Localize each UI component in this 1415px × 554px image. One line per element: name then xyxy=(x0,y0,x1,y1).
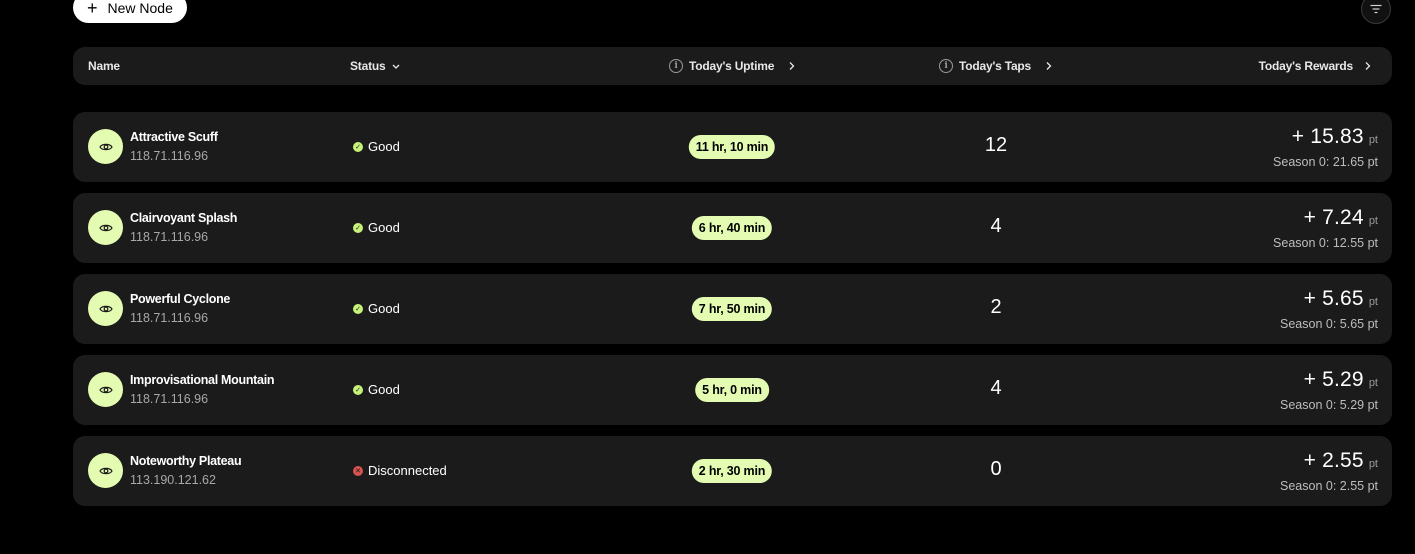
node-ip: 113.190.121.62 xyxy=(130,473,216,487)
node-status: ✓ Good xyxy=(353,382,400,397)
check-circle-icon: ✓ xyxy=(353,141,363,152)
plus-icon: + xyxy=(87,0,98,18)
reward-today: + 2.55 pt xyxy=(1304,449,1378,473)
taps-count: 2 xyxy=(990,296,1002,318)
node-status-label: Good xyxy=(368,220,400,235)
taps-count: 0 xyxy=(990,458,1002,480)
season-total: Season 0: 21.65 pt xyxy=(1273,155,1378,169)
node-name: Powerful Cyclone xyxy=(130,292,231,306)
season-total: Season 0: 5.29 pt xyxy=(1280,398,1378,412)
node-status: ✕ Disconnected xyxy=(353,463,447,478)
new-node-label: New Node xyxy=(107,0,173,16)
eye-icon xyxy=(98,143,113,150)
column-header-uptime-label: Today's Uptime xyxy=(689,59,775,73)
node-row[interactable]: Noteworthy Plateau 113.190.121.62 ✕ Disconn… xyxy=(73,436,1392,506)
reward-unit: pt xyxy=(1368,296,1378,308)
node-row[interactable]: Clairvoyant Splash 118.71.116.96 ✓ Good 6 hr… xyxy=(73,193,1392,263)
eye-icon xyxy=(98,467,113,474)
reward-value: + 5.65 xyxy=(1303,287,1364,310)
chevron-right-icon xyxy=(789,62,795,70)
node-name: Noteworthy Plateau xyxy=(130,454,242,468)
reward-value: + 5.29 xyxy=(1303,368,1364,391)
season-total: Season 0: 2.55 pt xyxy=(1280,479,1378,493)
node-ip: 118.71.116.96 xyxy=(130,392,209,406)
reward-value: + 2.55 xyxy=(1303,449,1364,472)
column-header-rewards[interactable]: Today's Rewards xyxy=(1259,47,1374,85)
reward-today: + 5.29 pt xyxy=(1304,368,1378,392)
node-status: ✓ Good xyxy=(353,220,400,235)
reward-value: + 15.83 xyxy=(1291,125,1364,148)
taps-count: 4 xyxy=(990,215,1002,237)
column-header-taps-label: Today's Taps xyxy=(959,59,1032,73)
taps-count: 12 xyxy=(984,134,1008,156)
column-header-status[interactable]: Status xyxy=(350,47,401,85)
view-node-button[interactable] xyxy=(88,291,123,326)
uptime-badge: 5 hr, 0 min xyxy=(695,378,769,402)
column-header-status-label: Status xyxy=(350,59,386,73)
x-circle-icon: ✕ xyxy=(353,465,363,476)
info-icon[interactable]: i xyxy=(669,59,683,73)
node-name: Clairvoyant Splash xyxy=(130,211,238,225)
view-node-button[interactable] xyxy=(88,129,123,164)
uptime-badge: 6 hr, 40 min xyxy=(691,216,773,240)
view-node-button[interactable] xyxy=(88,372,123,407)
chevron-down-icon xyxy=(393,64,400,69)
column-header-taps[interactable]: i Today's Taps xyxy=(939,47,1055,85)
node-status-label: Disconnected xyxy=(368,463,447,478)
node-ip: 118.71.116.96 xyxy=(130,149,209,163)
node-row[interactable]: Powerful Cyclone 118.71.116.96 ✓ Good 7 hr, … xyxy=(73,274,1392,344)
reward-today: + 7.24 pt xyxy=(1304,206,1378,230)
node-name: Improvisational Mountain xyxy=(130,373,275,387)
node-name: Attractive Scuff xyxy=(130,130,218,144)
info-icon[interactable]: i xyxy=(939,59,953,73)
eye-icon xyxy=(98,386,113,393)
reward-today: + 5.65 pt xyxy=(1304,287,1378,311)
uptime-badge: 2 hr, 30 min xyxy=(691,459,773,483)
reward-unit: pt xyxy=(1368,215,1378,227)
reward-unit: pt xyxy=(1368,377,1378,389)
node-ip: 118.71.116.96 xyxy=(130,311,209,325)
node-status-label: Good xyxy=(368,139,400,154)
chevron-right-icon xyxy=(1046,62,1052,70)
node-row[interactable]: Improvisational Mountain 118.71.116.96 ✓ Go… xyxy=(73,355,1392,425)
node-status-label: Good xyxy=(368,382,400,397)
view-node-button[interactable] xyxy=(88,453,123,488)
node-row[interactable]: Attractive Scuff 118.71.116.96 ✓ Good 11 hr,… xyxy=(73,112,1392,182)
check-circle-icon: ✓ xyxy=(353,384,363,395)
taps-count: 4 xyxy=(990,377,1002,399)
uptime-badge: 11 hr, 10 min xyxy=(688,135,776,159)
new-node-button[interactable]: + New Node xyxy=(73,0,187,23)
column-header-uptime[interactable]: i Today's Uptime xyxy=(669,47,798,85)
season-total: Season 0: 5.65 pt xyxy=(1280,317,1378,331)
filter-icon xyxy=(1370,4,1382,14)
check-circle-icon: ✓ xyxy=(353,222,363,233)
uptime-badge: 7 hr, 50 min xyxy=(691,297,773,321)
reward-unit: pt xyxy=(1368,458,1378,470)
node-status: ✓ Good xyxy=(353,301,400,316)
season-total: Season 0: 12.55 pt xyxy=(1273,236,1378,250)
reward-value: + 7.24 xyxy=(1303,206,1364,229)
view-node-button[interactable] xyxy=(88,210,123,245)
nodes-page: + New Node Name Status i Today's Uptime xyxy=(0,0,1415,554)
table-header: Name Status i Today's Uptime i Today's T… xyxy=(73,47,1392,85)
column-header-name-label: Name xyxy=(88,59,120,73)
column-header-rewards-label: Today's Rewards xyxy=(1258,59,1354,73)
column-header-name: Name xyxy=(88,47,120,85)
eye-icon xyxy=(98,305,113,312)
chevron-right-icon xyxy=(1365,62,1371,70)
check-circle-icon: ✓ xyxy=(353,303,363,314)
node-status: ✓ Good xyxy=(353,139,400,154)
reward-today: + 15.83 pt xyxy=(1292,125,1378,149)
reward-unit: pt xyxy=(1368,134,1378,146)
node-ip: 118.71.116.96 xyxy=(130,230,209,244)
filter-button[interactable] xyxy=(1361,0,1391,24)
node-status-label: Good xyxy=(368,301,400,316)
eye-icon xyxy=(98,224,113,231)
